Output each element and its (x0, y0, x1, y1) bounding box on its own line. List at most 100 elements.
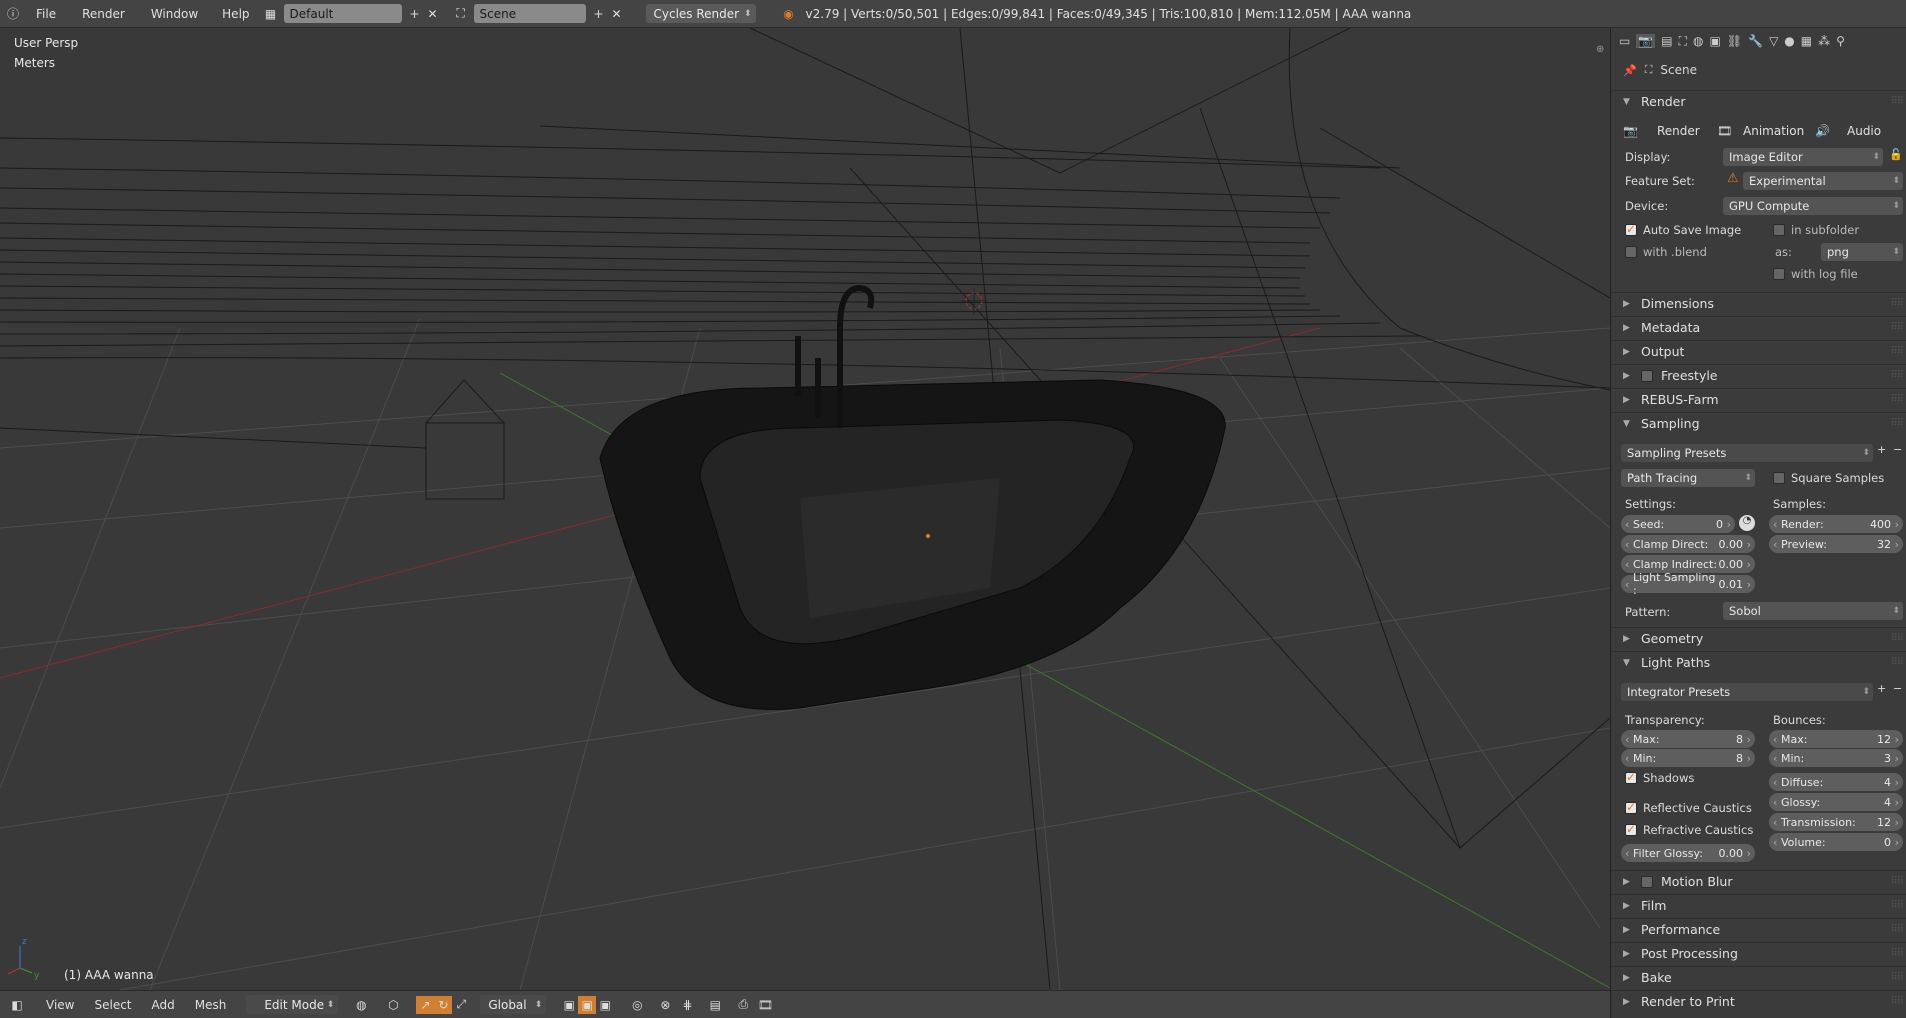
menu-file[interactable]: File (36, 7, 56, 21)
texture-tab-icon[interactable]: ▦ (1801, 34, 1812, 48)
panel-render-to-print-header[interactable]: ▶ Render to Print ⠿⠿ (1611, 990, 1906, 1012)
panel-performance-header[interactable]: ▶ Performance ⠿⠿ (1611, 918, 1906, 940)
orientation-dropdown[interactable]: Global (480, 995, 547, 1014)
reflective-caustics-checkbox[interactable] (1625, 800, 1637, 814)
menu-help[interactable]: Help (222, 7, 249, 21)
transparency-max-field[interactable]: Max: 8 (1621, 730, 1755, 748)
feature-set-dropdown[interactable]: Experimental (1743, 172, 1903, 190)
panel-bake-header[interactable]: ▶ Bake ⠿⠿ (1611, 966, 1906, 988)
transmission-bounces-field[interactable]: Transmission: 12 (1769, 813, 1903, 831)
drag-grip-icon[interactable]: ⠿⠿ (1890, 972, 1904, 983)
log-file-checkbox[interactable] (1773, 268, 1785, 280)
drag-grip-icon[interactable]: ⠿⠿ (1890, 924, 1904, 935)
menu-render[interactable]: Render (82, 7, 125, 21)
sampling-presets-dropdown[interactable]: Sampling Presets (1621, 444, 1873, 462)
drag-grip-icon[interactable]: ⠿⠿ (1890, 370, 1904, 381)
audio-button-icon[interactable]: 🔊 (1815, 124, 1830, 138)
render-samples-field[interactable]: Render: 400 (1769, 515, 1903, 533)
panel-render-header[interactable]: ▼ Render ⠿⠿ (1611, 90, 1906, 112)
panel-light-paths-header[interactable]: ▼ Light Paths ⠿⠿ (1611, 651, 1906, 673)
menu-view[interactable]: View (46, 998, 74, 1012)
panel-sampling-header[interactable]: ▼ Sampling ⠿⠿ (1611, 412, 1906, 434)
drag-grip-icon[interactable]: ⠿⠿ (1890, 394, 1904, 405)
drag-grip-icon[interactable]: ⠿⠿ (1890, 346, 1904, 357)
drag-grip-icon[interactable]: ⠿⠿ (1890, 298, 1904, 309)
pattern-dropdown[interactable]: Sobol (1723, 602, 1903, 620)
animation-button-icon[interactable]: 🎞 (1717, 124, 1732, 138)
scene-icon[interactable]: ⛶ (452, 5, 470, 23)
add-preset-icon[interactable]: + (1877, 682, 1886, 695)
particles-tab-icon[interactable]: ⁂ (1818, 34, 1830, 48)
add-preset-icon[interactable]: + (1877, 443, 1886, 456)
constraints-tab-icon[interactable]: ⛓ (1727, 34, 1742, 48)
panel-motion-blur-header[interactable]: ▶ Motion Blur ⠿⠿ (1611, 870, 1906, 892)
shadows-checkbox[interactable] (1625, 770, 1637, 784)
panel-freestyle-header[interactable]: ▶ Freestyle ⠿⠿ (1611, 364, 1906, 386)
preview-samples-field[interactable]: Preview: 32 (1769, 535, 1903, 553)
add-scene-icon[interactable]: + (590, 5, 608, 23)
editor-type-icon[interactable]: ▭ (1619, 34, 1630, 48)
info-editor-icon[interactable]: ⓘ (4, 5, 22, 23)
data-tab-icon[interactable]: ▽ (1769, 34, 1778, 48)
snap-icon[interactable]: ⊗ (656, 996, 674, 1014)
panel-geometry-header[interactable]: ▶ Geometry ⠿⠿ (1611, 627, 1906, 649)
drag-grip-icon[interactable]: ⠿⠿ (1890, 96, 1904, 107)
scale-manipulator-icon[interactable]: ⤢ (452, 996, 470, 1014)
render-animation-icon[interactable]: 🎞 (756, 996, 774, 1014)
drag-grip-icon[interactable]: ⠿⠿ (1890, 322, 1904, 333)
integrator-dropdown[interactable]: Path Tracing (1621, 469, 1755, 487)
render-button[interactable]: Render (1657, 124, 1700, 138)
square-samples-checkbox[interactable] (1773, 472, 1785, 484)
viewport-corner-icon[interactable]: ⊕ (1596, 44, 1604, 55)
remove-preset-icon[interactable]: − (1893, 443, 1902, 456)
material-tab-icon[interactable]: ● (1784, 34, 1794, 48)
drag-grip-icon[interactable]: ⠿⠿ (1890, 633, 1904, 644)
glossy-bounces-field[interactable]: Glossy: 4 (1769, 793, 1903, 811)
editor-type-icon[interactable]: ◧ (8, 996, 26, 1014)
physics-tab-icon[interactable]: ⚲ (1836, 34, 1845, 48)
volume-bounces-field[interactable]: Volume: 0 (1769, 833, 1903, 851)
integrator-presets-dropdown[interactable]: Integrator Presets (1621, 683, 1873, 701)
layout-icon[interactable]: ▦ (262, 5, 280, 23)
3d-viewport[interactable]: z y User Persp Meters (1) AAA wanna ⊕ (0, 28, 1610, 990)
mode-dropdown[interactable]: Edit Mode (246, 995, 339, 1014)
layers-icon[interactable]: ▤ (706, 996, 724, 1014)
drag-grip-icon[interactable]: ⠿⠿ (1890, 657, 1904, 668)
subfolder-checkbox[interactable] (1773, 224, 1785, 236)
manipulator-icon[interactable]: ↗ (416, 995, 435, 1014)
render-button-icon[interactable]: 📷 (1623, 124, 1638, 138)
remove-preset-icon[interactable]: − (1893, 682, 1902, 695)
freestyle-checkbox[interactable] (1641, 369, 1653, 382)
clamp-direct-field[interactable]: Clamp Direct: 0.00 (1621, 535, 1755, 553)
audio-button[interactable]: Audio (1847, 124, 1881, 138)
viewport-shading-icon[interactable]: ◍ (352, 996, 370, 1014)
menu-window[interactable]: Window (151, 7, 198, 21)
panel-output-header[interactable]: ▶ Output ⠿⠿ (1611, 340, 1906, 362)
lock-icon[interactable]: 🔓 (1889, 148, 1903, 161)
seed-field[interactable]: Seed: 0 (1621, 515, 1735, 533)
bounces-max-field[interactable]: Max: 12 (1769, 730, 1903, 748)
display-dropdown[interactable]: Image Editor (1723, 148, 1883, 166)
device-dropdown[interactable]: GPU Compute (1723, 197, 1903, 215)
object-tab-icon[interactable]: ▣ (1710, 34, 1721, 48)
remove-layout-icon[interactable]: ✕ (424, 5, 442, 23)
menu-select[interactable]: Select (94, 998, 131, 1012)
with-blend-checkbox[interactable] (1625, 246, 1637, 258)
vertex-select-icon[interactable]: ▣ (560, 996, 578, 1014)
drag-grip-icon[interactable]: ⠿⠿ (1890, 996, 1904, 1007)
render-layers-tab-icon[interactable]: ▤ (1661, 34, 1672, 48)
light-sampling-field[interactable]: Light Sampling : 0.01 (1621, 571, 1755, 597)
render-engine-dropdown[interactable]: Cycles Render (645, 4, 756, 23)
modifiers-tab-icon[interactable]: 🔧 (1748, 34, 1763, 48)
refractive-caustics-checkbox[interactable] (1625, 822, 1637, 836)
animation-button[interactable]: Animation (1743, 124, 1804, 138)
menu-mesh[interactable]: Mesh (195, 998, 227, 1012)
panel-dimensions-header[interactable]: ▶ Dimensions ⠿⠿ (1611, 292, 1906, 314)
format-dropdown[interactable]: png (1821, 243, 1903, 261)
panel-metadata-header[interactable]: ▶ Metadata ⠿⠿ (1611, 316, 1906, 338)
drag-grip-icon[interactable]: ⠿⠿ (1890, 418, 1904, 429)
render-tab-icon[interactable]: 📷 (1636, 34, 1656, 48)
add-layout-icon[interactable]: + (406, 5, 424, 23)
pin-icon[interactable]: 📌 (1623, 64, 1637, 77)
edge-select-icon[interactable]: ▣ (578, 995, 597, 1014)
